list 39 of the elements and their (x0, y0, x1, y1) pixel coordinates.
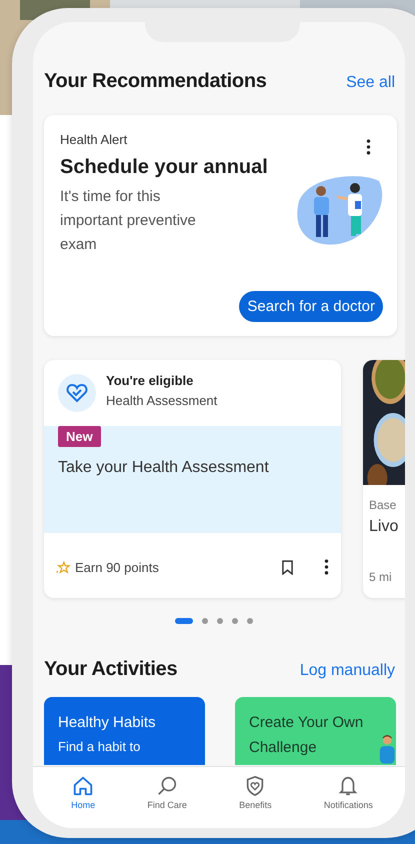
nav-tab[interactable]: Home (67, 775, 100, 828)
eligibility-status: You're eligible (106, 372, 194, 388)
pager-dot[interactable] (216, 618, 222, 624)
tile-title: Create Your Own Challenge (249, 713, 364, 758)
article-card[interactable]: Base Livo 5 mi (363, 360, 405, 598)
section-title: Your Recommendations (44, 70, 267, 93)
pager-dot[interactable] (246, 618, 252, 624)
card-subtitle: Health Assessment (106, 392, 218, 408)
more-icon[interactable] (366, 138, 371, 156)
tile-body: Find a habit to (58, 739, 142, 754)
bookmark-icon[interactable] (282, 560, 293, 574)
nav-tab[interactable]: Benefits (235, 775, 276, 828)
card-title: Schedule your annual (60, 156, 269, 179)
search-doctor-button[interactable]: Search for a doctor (239, 291, 383, 322)
search-icon (156, 775, 178, 797)
see-all-link[interactable]: See all (346, 74, 395, 92)
section-title: Your Activities (44, 658, 178, 681)
assessment-card[interactable]: You're eligible Health Assessment New Take your Health Assessment Earn 90 points (44, 360, 341, 598)
article-eyebrow: Base (369, 498, 398, 512)
card-eyebrow: Health Alert (60, 132, 128, 147)
activity-tile[interactable]: Create Your Own Challenge (235, 697, 396, 765)
more-icon[interactable] (324, 558, 329, 576)
activity-tile[interactable]: Healthy Habits Find a habit to (44, 697, 205, 765)
tile-title: Healthy Habits (58, 713, 156, 733)
read-time: 5 mi (369, 570, 393, 584)
home-icon (72, 775, 94, 797)
nav-tab[interactable]: Find Care (143, 775, 191, 828)
new-badge: New (58, 426, 101, 447)
nav-tab[interactable]: Notifications (320, 775, 377, 828)
card-title: Take your Health Assessment (58, 459, 269, 477)
log-manually-link[interactable]: Log manually (300, 662, 395, 680)
heart-check-icon (58, 374, 96, 412)
bell-icon (337, 775, 360, 797)
points-label: Earn 90 points (75, 560, 160, 574)
card-body: It's time for this important preventive exam (60, 187, 197, 255)
pager-dot[interactable] (232, 618, 238, 624)
article-title: Livo (369, 518, 400, 536)
sparkle-star-icon (56, 560, 70, 574)
pager-dot[interactable] (202, 618, 208, 624)
